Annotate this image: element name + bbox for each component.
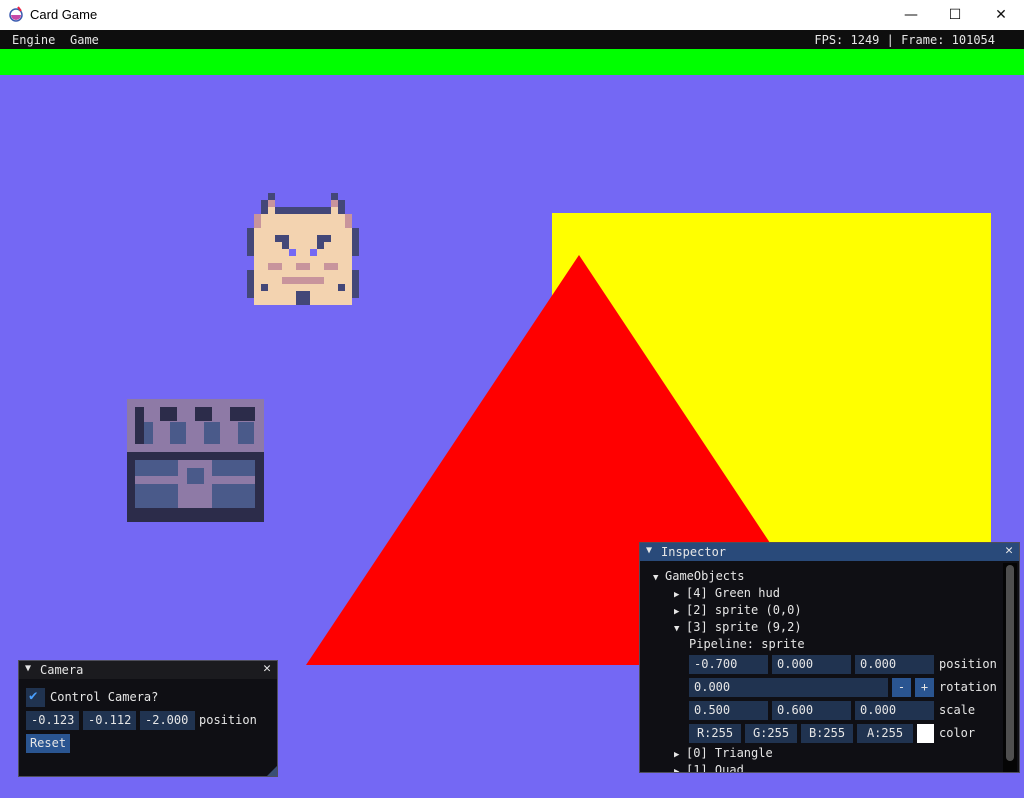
scale-x-field[interactable]: 0.500 — [689, 701, 768, 720]
reset-button[interactable]: Reset — [26, 734, 70, 753]
camera-window: ▼ Camera ✕ ✔ Control Camera? -0.123 -0.1… — [18, 660, 278, 777]
control-camera-checkbox[interactable]: ✔ — [26, 688, 45, 707]
scale-label: scale — [939, 703, 976, 717]
collapsed-arrow-icon: ▶ — [674, 750, 680, 760]
position-x-field[interactable]: -0.700 — [689, 655, 768, 674]
close-button[interactable]: ✕ — [978, 0, 1024, 30]
camera-titlebar[interactable]: ▼ Camera ✕ — [19, 661, 277, 679]
tree-item[interactable]: ▶ [2] sprite (0,0) — [674, 603, 802, 617]
collapsed-arrow-icon: ▶ — [674, 607, 680, 617]
color-g-field[interactable]: G:255 — [745, 724, 797, 743]
tree-root[interactable]: ▼ GameObjects — [653, 569, 744, 583]
camera-position-label: position — [199, 713, 257, 727]
rotation-field[interactable]: 0.000 — [689, 678, 888, 697]
color-r-field[interactable]: R:255 — [689, 724, 741, 743]
app-icon — [9, 6, 23, 22]
tree-item-selected[interactable]: ▼ [3] sprite (9,2) — [674, 620, 802, 634]
rotation-increment-button[interactable]: + — [915, 678, 934, 697]
collapse-icon[interactable]: ▼ — [646, 545, 652, 556]
expanded-arrow-icon: ▼ — [674, 624, 680, 634]
tree-item[interactable]: ▶ [4] Green hud — [674, 586, 780, 600]
maximize-button[interactable]: ☐ — [932, 0, 978, 30]
scale-z-field[interactable]: 0.000 — [855, 701, 934, 720]
camera-position-z[interactable]: -2.000 — [140, 711, 195, 730]
camera-position-x[interactable]: -0.123 — [26, 711, 79, 730]
menu-game[interactable]: Game — [70, 33, 99, 47]
tree-item[interactable]: ▶ [1] Quad — [674, 763, 744, 773]
rotation-label: rotation — [939, 680, 997, 694]
tree-item-label: [4] Green hud — [686, 586, 780, 600]
close-icon[interactable]: ✕ — [263, 661, 271, 676]
expanded-arrow-icon: ▼ — [653, 573, 659, 583]
tree-item-label: [1] Quad — [686, 763, 744, 773]
position-z-field[interactable]: 0.000 — [855, 655, 934, 674]
color-a-field[interactable]: A:255 — [857, 724, 913, 743]
tree-item-label: [2] sprite (0,0) — [686, 603, 802, 617]
resize-grip[interactable] — [267, 766, 277, 776]
inspector-window: ▼ Inspector ✕ ▼ GameObjects ▶ [4] Green hu… — [639, 542, 1020, 773]
position-y-field[interactable]: 0.000 — [772, 655, 851, 674]
scale-y-field[interactable]: 0.600 — [772, 701, 851, 720]
window-title: Card Game — [30, 7, 98, 22]
tree-item-label: [3] sprite (9,2) — [686, 620, 802, 634]
inspector-title: Inspector — [661, 545, 727, 559]
green-hud — [0, 49, 1024, 75]
tree-item[interactable]: ▶ [0] Triangle — [674, 746, 773, 760]
position-label: position — [939, 657, 997, 671]
check-icon: ✔ — [29, 688, 38, 704]
inspector-titlebar[interactable]: ▼ Inspector ✕ — [640, 543, 1019, 561]
color-b-field[interactable]: B:255 — [801, 724, 853, 743]
menu-engine[interactable]: Engine — [12, 33, 55, 47]
control-camera-label: Control Camera? — [50, 690, 159, 704]
collapsed-arrow-icon: ▶ — [674, 590, 680, 600]
rotation-decrement-button[interactable]: - — [892, 678, 911, 697]
color-swatch[interactable] — [917, 724, 934, 743]
chest-sprite — [127, 399, 264, 522]
tree-root-label: GameObjects — [665, 569, 745, 583]
menu-bar: Engine Game FPS: 1249 | Frame: 101054 — [0, 30, 1024, 49]
collapsed-arrow-icon: ▶ — [674, 767, 680, 773]
scrollbar-track[interactable] — [1003, 563, 1017, 772]
fps-readout: FPS: 1249 | Frame: 101054 — [814, 33, 995, 47]
camera-title: Camera — [40, 663, 84, 677]
close-icon[interactable]: ✕ — [1005, 543, 1013, 558]
title-bar: Card Game — ☐ ✕ — [0, 0, 1024, 30]
color-label: color — [939, 726, 976, 740]
collapse-icon[interactable]: ▼ — [25, 663, 31, 674]
tree-item-label: [0] Triangle — [686, 746, 773, 760]
cat-sprite — [247, 193, 359, 305]
camera-position-y[interactable]: -0.112 — [83, 711, 136, 730]
scrollbar-thumb[interactable] — [1006, 565, 1014, 761]
pipeline-label: Pipeline: sprite — [689, 637, 805, 651]
minimize-button[interactable]: — — [888, 0, 934, 30]
